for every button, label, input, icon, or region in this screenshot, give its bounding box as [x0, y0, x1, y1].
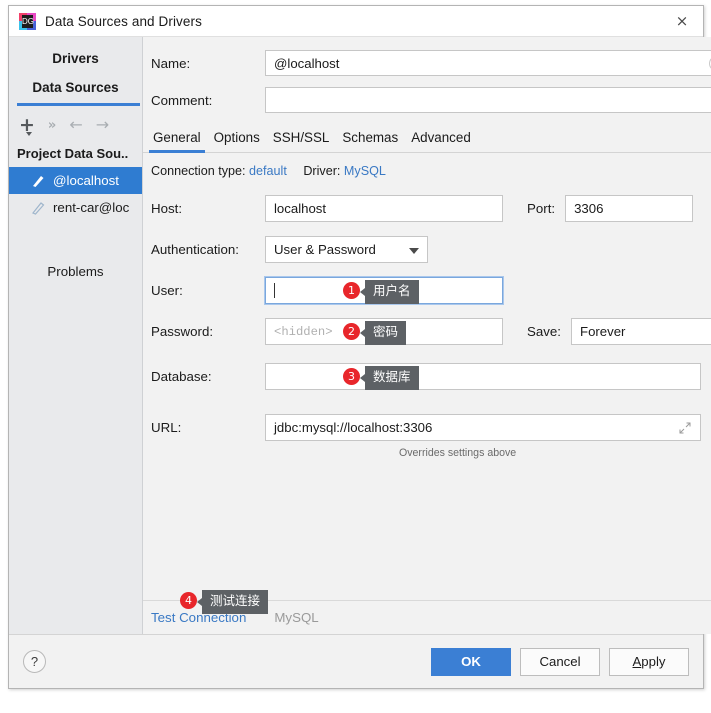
- driver-label: Driver:: [303, 164, 341, 178]
- url-label: URL:: [151, 420, 182, 435]
- database-connection-icon: [31, 201, 47, 215]
- annotation-tooltip-4: 测试连接: [196, 590, 269, 614]
- tab-advanced[interactable]: Advanced: [409, 126, 473, 152]
- connection-summary: Connection type: default Driver: MySQL: [151, 164, 711, 178]
- dialog-body: Drivers Data Sources + » ← → Project Dat…: [9, 37, 711, 634]
- data-source-group-title: Project Data Sou..: [17, 146, 129, 161]
- forward-arrow-icon[interactable]: →: [96, 117, 109, 133]
- name-value: @localhost: [274, 55, 340, 71]
- content-pane: Name: @localhost Comment: General Option…: [143, 37, 711, 634]
- close-icon[interactable]: ×: [661, 6, 703, 36]
- host-label: Host:: [151, 201, 183, 216]
- database-label: Database:: [151, 369, 212, 384]
- driver-name-label: MySQL: [274, 610, 319, 625]
- sidebar-toolbar: + » ← →: [9, 110, 142, 140]
- sidebar-item-localhost-label: @localhost: [53, 173, 119, 188]
- sidebar-item-rent-car[interactable]: rent-car@loc: [9, 194, 142, 221]
- tab-general[interactable]: General: [149, 126, 205, 153]
- user-row: User: 1 用户名: [151, 277, 711, 304]
- title-bar: DG Data Sources and Drivers ×: [9, 6, 703, 37]
- authentication-label: Authentication:: [151, 242, 239, 257]
- url-field[interactable]: jdbc:mysql://localhost:3306: [265, 414, 701, 441]
- authentication-row: Authentication: User & Password: [151, 236, 711, 263]
- authentication-select[interactable]: User & Password: [265, 236, 428, 263]
- back-arrow-icon[interactable]: ←: [69, 117, 82, 133]
- annotation-tooltip-1: 用户名: [360, 280, 419, 304]
- url-value: jdbc:mysql://localhost:3306: [274, 420, 433, 435]
- url-row: URL: jdbc:mysql://localhost:3306: [151, 414, 711, 441]
- sidebar-tab-drivers[interactable]: Drivers: [9, 44, 142, 73]
- annotation-badge-2: 2: [343, 323, 360, 340]
- action-row: Test Connection MySQL ↺ 4 测试连接: [143, 590, 711, 634]
- connection-type-label: Connection type:: [151, 164, 246, 178]
- apply-button[interactable]: Apply: [609, 647, 689, 676]
- host-input[interactable]: localhost: [265, 195, 503, 222]
- screenshot-root: DG Data Sources and Drivers × Drivers Da…: [0, 0, 711, 713]
- tab-ssh-ssl[interactable]: SSH/SSL: [271, 126, 332, 152]
- sidebar-item-localhost[interactable]: @localhost: [9, 167, 142, 194]
- sidebar-tabs: Drivers Data Sources: [9, 37, 142, 106]
- apply-button-label: pply: [641, 654, 666, 669]
- database-connection-icon: [31, 174, 47, 188]
- footer-buttons: OK Cancel Apply: [431, 647, 689, 676]
- ok-button[interactable]: OK: [431, 647, 511, 676]
- port-input[interactable]: 3306: [565, 195, 694, 222]
- comment-label: Comment:: [151, 92, 213, 108]
- annotation-badge-3: 3: [343, 368, 360, 385]
- expand-icon[interactable]: [678, 421, 692, 435]
- name-row: Name: @localhost: [151, 50, 711, 76]
- sidebar-item-problems[interactable]: Problems: [9, 264, 142, 279]
- name-field[interactable]: @localhost: [265, 50, 711, 76]
- settings-tabs: General Options SSH/SSL Schemas Advanced: [143, 124, 711, 153]
- url-hint: Overrides settings above: [399, 447, 517, 459]
- dialog-footer: ? OK Cancel Apply: [9, 634, 703, 688]
- save-select[interactable]: Forever: [571, 318, 711, 345]
- add-data-source-icon[interactable]: +: [19, 115, 35, 136]
- more-options-icon[interactable]: »: [48, 119, 56, 132]
- name-label: Name:: [151, 55, 191, 71]
- window-title: Data Sources and Drivers: [45, 13, 202, 29]
- active-tab-underline: [17, 103, 140, 106]
- connection-type-value[interactable]: default: [249, 164, 287, 178]
- sidebar-tab-data-sources-label: Data Sources: [32, 80, 119, 95]
- cancel-button[interactable]: Cancel: [520, 647, 600, 676]
- chevron-down-icon: [696, 324, 711, 339]
- authentication-value: User & Password: [274, 242, 376, 257]
- host-value: localhost: [274, 201, 327, 216]
- header-fields: Name: @localhost Comment:: [143, 37, 711, 113]
- driver-value[interactable]: MySQL: [344, 164, 386, 178]
- general-panel: Connection type: default Driver: MySQL H…: [143, 153, 711, 459]
- annotation-badge-1: 1: [343, 282, 360, 299]
- password-row: Password: <hidden> 2 密码 Save: Forever: [151, 318, 711, 345]
- annotation-tooltip-3: 数据库: [360, 366, 419, 390]
- database-field[interactable]: [265, 363, 701, 390]
- host-row: Host: localhost Port: 3306: [151, 195, 711, 222]
- port-value: 3306: [574, 201, 604, 216]
- text-cursor: [274, 283, 275, 298]
- tab-schemas[interactable]: Schemas: [340, 126, 400, 152]
- apply-button-mnemonic: A: [632, 654, 642, 669]
- port-label: Port:: [527, 201, 556, 216]
- sidebar-tab-data-sources[interactable]: Data Sources: [9, 73, 142, 106]
- annotation-tooltip-2: 密码: [359, 321, 407, 345]
- password-label: Password:: [151, 324, 214, 339]
- annotation-badge-4: 4: [180, 592, 197, 609]
- password-placeholder: <hidden>: [274, 324, 333, 339]
- chevron-down-icon: [26, 131, 32, 136]
- chevron-down-icon: [393, 242, 419, 257]
- comment-row: Comment:: [151, 87, 711, 113]
- comment-field[interactable]: [265, 87, 711, 113]
- database-row: Database: 3 数据库: [151, 363, 711, 390]
- sidebar-item-rent-car-label: rent-car@loc: [53, 200, 130, 215]
- help-button[interactable]: ?: [23, 650, 46, 673]
- dialog-window: DG Data Sources and Drivers × Drivers Da…: [8, 5, 711, 689]
- save-label: Save:: [527, 324, 562, 339]
- sidebar: Drivers Data Sources + » ← → Project Dat…: [9, 37, 143, 634]
- save-value: Forever: [580, 324, 626, 339]
- user-label: User:: [151, 283, 183, 298]
- tab-options[interactable]: Options: [212, 126, 262, 152]
- datagrip-icon: DG: [19, 12, 36, 30]
